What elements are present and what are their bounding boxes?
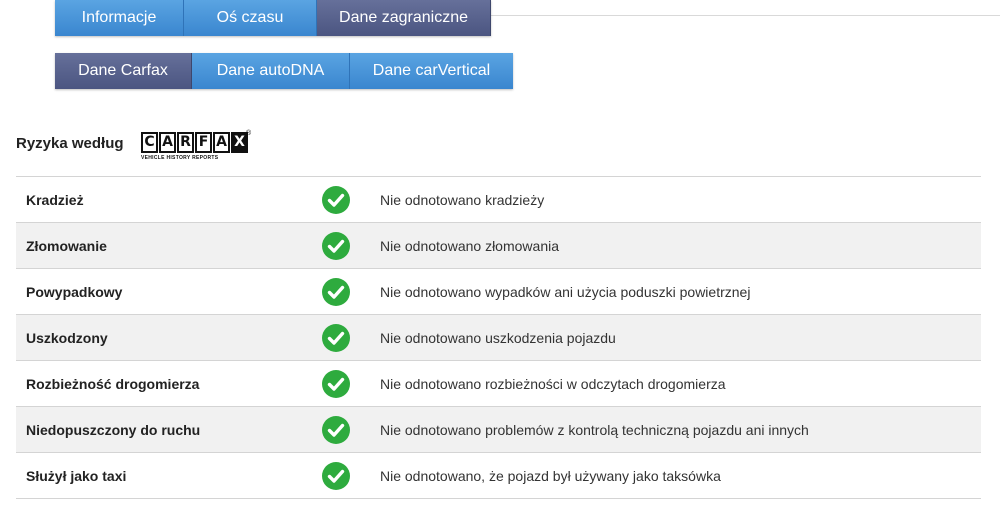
risk-row-2: Złomowanie Nie odnotowano złomowania: [16, 222, 981, 269]
check-circle-icon: [322, 415, 350, 444]
risk-label: Służył jako taxi: [26, 467, 127, 484]
risk-row-5: Rozbieżność drogomierza Nie odnotowano r…: [16, 360, 981, 407]
carfax-logo-letter: F: [195, 132, 212, 153]
risk-description: Nie odnotowano uszkodzenia pojazdu: [380, 329, 616, 346]
risk-row-7: Służył jako taxi Nie odnotowano, że poja…: [16, 452, 981, 499]
tab-dane-carvertical[interactable]: Dane carVertical: [350, 53, 513, 89]
tab-os-czasu[interactable]: Oś czasu: [184, 0, 317, 36]
risk-description: Nie odnotowano złomowania: [380, 237, 559, 254]
risk-row-1: Kradzież Nie odnotowano kradzieży: [16, 176, 981, 223]
risk-row-6: Niedopuszczony do ruchu Nie odnotowano p…: [16, 406, 981, 453]
tab-dane-carfax[interactable]: Dane Carfax: [55, 53, 192, 89]
sub-tabs: Dane Carfax Dane autoDNA Dane carVertica…: [55, 53, 513, 89]
carfax-logo-letter: A: [213, 132, 230, 153]
tab-dane-autodna[interactable]: Dane autoDNA: [192, 53, 350, 89]
main-tabs: Informacje Oś czasu Dane zagraniczne: [55, 0, 491, 36]
carfax-logo-letters: C A R F A X: [141, 132, 253, 153]
risk-description: Nie odnotowano wypadków ani użycia podus…: [380, 283, 751, 300]
page: Informacje Oś czasu Dane zagraniczne Dan…: [0, 0, 1000, 523]
check-circle-icon: [322, 185, 350, 214]
risk-label: Uszkodzony: [26, 329, 108, 346]
carfax-logo-letter: C: [141, 132, 158, 153]
tab-dane-zagraniczne[interactable]: Dane zagraniczne: [317, 0, 491, 36]
top-divider: [491, 15, 1000, 16]
risk-status-cell: [322, 315, 380, 361]
risk-label: Złomowanie: [26, 237, 107, 254]
risk-label: Kradzież: [26, 191, 84, 208]
check-circle-icon: [322, 461, 350, 490]
carfax-logo-letter: R: [177, 132, 194, 153]
check-circle-icon: [322, 231, 350, 260]
risk-status-cell: [322, 177, 380, 223]
risk-status-cell: [322, 453, 380, 499]
risk-row-4: Uszkodzony Nie odnotowano uszkodzenia po…: [16, 314, 981, 361]
risk-status-cell: [322, 361, 380, 407]
carfax-logo-letter: A: [159, 132, 176, 153]
carfax-logo: C A R F A X VEHICLE HISTORY REPORTS ®: [141, 130, 253, 164]
risk-table-body: Kradzież Nie odnotowano kradzieży Złomow…: [16, 176, 981, 499]
risk-label: Rozbieżność drogomierza: [26, 375, 200, 392]
risk-status-cell: [322, 407, 380, 453]
risk-description: Nie odnotowano problemów z kontrolą tech…: [380, 421, 809, 438]
check-circle-icon: [322, 323, 350, 352]
carfax-logo-subtitle: VEHICLE HISTORY REPORTS: [141, 155, 219, 161]
tab-informacje[interactable]: Informacje: [55, 0, 184, 36]
risk-label: Niedopuszczony do ruchu: [26, 421, 201, 438]
risk-status-cell: [322, 223, 380, 269]
risk-row-3: Powypadkowy Nie odnotowano wypadków ani …: [16, 268, 981, 315]
registered-mark: ®: [246, 130, 252, 137]
risk-description: Nie odnotowano kradzieży: [380, 191, 545, 208]
risk-status-cell: [322, 269, 380, 315]
risk-description: Nie odnotowano rozbieżności w odczytach …: [380, 375, 726, 392]
check-circle-icon: [322, 369, 350, 398]
risk-section-title: Ryzyka według: [16, 135, 124, 152]
risk-description: Nie odnotowano, że pojazd był używany ja…: [380, 467, 721, 484]
check-circle-icon: [322, 277, 350, 306]
risk-table: Kradzież Nie odnotowano kradzieży Złomow…: [16, 176, 981, 499]
risk-label: Powypadkowy: [26, 283, 123, 300]
